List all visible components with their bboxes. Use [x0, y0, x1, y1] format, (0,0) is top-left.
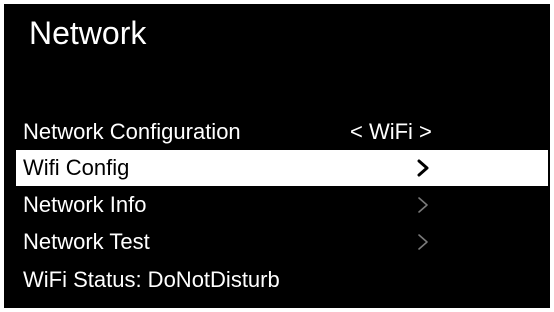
chevron-right-icon [414, 196, 432, 214]
chevron-right-icon [414, 233, 432, 251]
chevron-right-icon [414, 159, 432, 177]
network-configuration-value[interactable]: < WiFi > [350, 114, 432, 150]
menu-item-network-test[interactable]: Network Test [16, 224, 548, 260]
menu-item-label: Network Info [23, 192, 147, 217]
menu-item-network-info[interactable]: Network Info [16, 187, 548, 223]
menu-item-network-configuration[interactable]: Network Configuration < WiFi > [16, 114, 548, 150]
page-title: Network [29, 15, 147, 51]
menu-item-label: Network Test [23, 229, 150, 254]
wifi-status-row: WiFi Status: DoNotDisturb [16, 262, 548, 298]
network-screen: Network Network Configuration < WiFi > W… [4, 4, 550, 308]
menu-item-wifi-config[interactable]: Wifi Config [16, 150, 548, 186]
menu-item-label: Network Configuration [23, 119, 241, 144]
menu-item-label: Wifi Config [23, 155, 130, 180]
wifi-status-text: WiFi Status: DoNotDisturb [23, 267, 280, 292]
